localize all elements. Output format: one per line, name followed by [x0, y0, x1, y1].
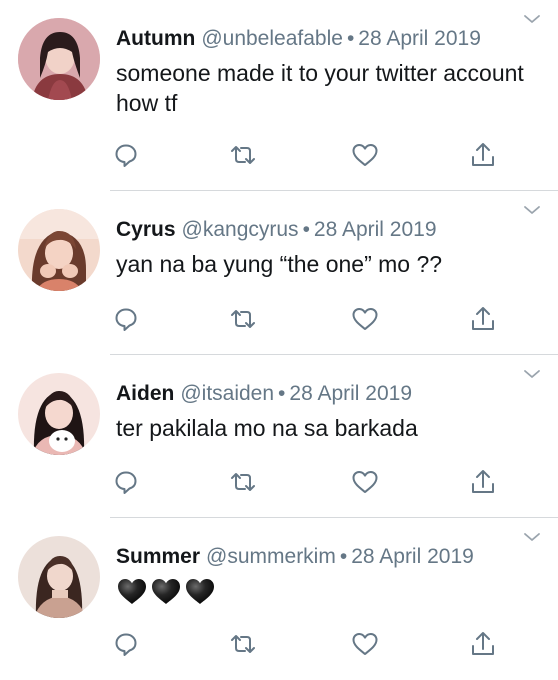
chevron-down-icon[interactable] — [522, 367, 542, 381]
like-button[interactable] — [348, 627, 382, 661]
tweet-text: someone made it to your twitter account … — [116, 60, 524, 116]
tweet-header: Autumn @unbeleafable • 28 April 2019 — [116, 26, 481, 52]
tweet-date[interactable]: 28 April 2019 — [351, 545, 474, 568]
avatar[interactable] — [18, 373, 100, 455]
separator-dot: • — [302, 218, 310, 241]
tweet-header: Summer @summerkim • 28 April 2019 — [116, 544, 474, 570]
tweet-date[interactable]: 28 April 2019 — [289, 382, 412, 405]
tweet[interactable]: Cyrus @kangcyrus • 28 April 2019 yan na ba … — [0, 191, 558, 354]
share-icon — [472, 143, 494, 166]
share-button[interactable] — [466, 627, 500, 661]
retweet-button[interactable] — [226, 138, 260, 172]
share-button[interactable] — [466, 302, 500, 336]
retweet-icon — [231, 473, 255, 491]
share-icon — [472, 632, 494, 655]
retweet-button[interactable] — [226, 627, 260, 661]
separator-dot: • — [346, 27, 355, 50]
reply-icon — [115, 471, 137, 494]
like-icon — [352, 633, 378, 655]
tweet-actions — [0, 627, 558, 661]
tweet[interactable]: Summer @summerkim • 28 April 2019 — [0, 518, 558, 680]
tweet-text: ter pakilala mo na sa barkada — [116, 415, 418, 441]
user-handle[interactable]: @kangcyrus — [182, 218, 299, 241]
tweet[interactable]: Aiden @itsaiden • 28 April 2019 ter pakilal… — [0, 355, 558, 517]
reply-button[interactable] — [109, 627, 143, 661]
tweet-header: Aiden @itsaiden • 28 April 2019 — [116, 381, 412, 407]
tweet-text: yan na ba yung “the one” mo ?? — [116, 251, 443, 277]
tweet-actions — [0, 138, 558, 172]
chevron-down-icon[interactable] — [522, 12, 542, 26]
reply-icon — [115, 308, 137, 331]
black-heart-icon — [150, 576, 182, 606]
share-button[interactable] — [466, 465, 500, 499]
black-heart-icon — [116, 576, 148, 606]
display-name[interactable]: Aiden — [116, 382, 174, 405]
like-button[interactable] — [348, 302, 382, 336]
separator-dot: • — [339, 545, 348, 568]
display-name[interactable]: Autumn — [116, 27, 195, 50]
like-icon — [352, 471, 378, 493]
tweet-date[interactable]: 28 April 2019 — [358, 27, 481, 50]
retweet-button[interactable] — [226, 465, 260, 499]
reply-button[interactable] — [109, 138, 143, 172]
like-icon — [352, 144, 378, 166]
tweet-header: Cyrus @kangcyrus • 28 April 2019 — [116, 217, 437, 243]
avatar[interactable] — [18, 18, 100, 100]
retweet-button[interactable] — [226, 302, 260, 336]
display-name[interactable]: Summer — [116, 545, 200, 568]
avatar[interactable] — [18, 536, 100, 618]
user-handle[interactable]: @summerkim — [206, 545, 336, 568]
avatar[interactable] — [18, 209, 100, 291]
reply-icon — [115, 144, 137, 167]
tweet-actions — [0, 465, 558, 499]
display-name[interactable]: Cyrus — [116, 218, 176, 241]
retweet-icon — [231, 635, 255, 653]
black-heart-icon — [184, 576, 216, 606]
user-handle[interactable]: @unbeleafable — [201, 27, 343, 50]
tweet-date[interactable]: 28 April 2019 — [314, 218, 437, 241]
like-icon — [352, 308, 378, 330]
tweet-feed: Autumn @unbeleafable • 28 April 2019 someon… — [0, 0, 558, 680]
like-button[interactable] — [348, 465, 382, 499]
reply-icon — [115, 633, 137, 656]
reply-button[interactable] — [109, 465, 143, 499]
share-button[interactable] — [466, 138, 500, 172]
user-handle[interactable]: @itsaiden — [180, 382, 274, 405]
like-button[interactable] — [348, 138, 382, 172]
retweet-icon — [231, 310, 255, 328]
chevron-down-icon[interactable] — [522, 530, 542, 544]
tweet-text — [116, 576, 216, 606]
share-icon — [472, 470, 494, 493]
separator-dot: • — [278, 382, 286, 405]
reply-button[interactable] — [109, 302, 143, 336]
tweet[interactable]: Autumn @unbeleafable • 28 April 2019 someon… — [0, 0, 558, 190]
tweet-actions — [0, 302, 558, 336]
share-icon — [472, 307, 494, 330]
chevron-down-icon[interactable] — [522, 203, 542, 217]
retweet-icon — [231, 146, 255, 164]
